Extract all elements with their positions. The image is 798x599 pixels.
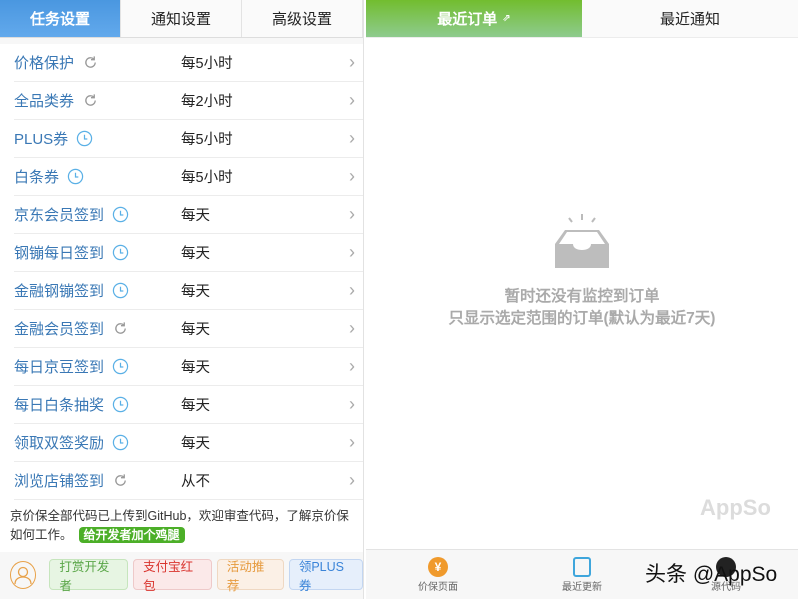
task-frequency: 每5小时 bbox=[181, 132, 233, 148]
task-row[interactable]: 金融钢镚签到 每天 › bbox=[14, 272, 363, 310]
tab-label: 最近订单 bbox=[437, 11, 498, 28]
chevron-right-icon: › bbox=[349, 356, 355, 376]
chevron-right-icon: › bbox=[349, 128, 355, 148]
bottom-nav: ¥ 价保页面 最近更新 源代码 bbox=[366, 549, 798, 599]
chevron-right-icon: › bbox=[349, 242, 355, 262]
task-frequency: 每天 bbox=[181, 284, 210, 300]
tab-notify-settings[interactable]: 通知设置 bbox=[121, 0, 242, 37]
clock-icon bbox=[67, 168, 84, 185]
task-name: 价格保护 bbox=[14, 55, 75, 72]
nav-changelog[interactable]: 最近更新 bbox=[510, 550, 654, 599]
tab-advanced-settings[interactable]: 高级设置 bbox=[242, 0, 363, 37]
plus-coupon-button[interactable]: 领PLUS券 bbox=[288, 559, 363, 593]
task-row[interactable]: 每日京豆签到 每天 › bbox=[14, 348, 363, 386]
empty-inbox-icon bbox=[555, 214, 609, 268]
orders-tabs: 最近订单 ⇗ 最近通知 bbox=[366, 0, 798, 38]
tip-developer-button[interactable]: 打赏开发者 bbox=[49, 559, 129, 593]
task-row[interactable]: 价格保护 每5小时 › bbox=[14, 44, 363, 82]
clock-icon bbox=[112, 282, 129, 299]
faint-watermark: AppSo bbox=[700, 495, 771, 520]
task-name: 金融会员签到 bbox=[14, 321, 105, 338]
task-name: 金融钢镚签到 bbox=[14, 283, 105, 300]
changelog-icon bbox=[573, 556, 591, 578]
right-panel: 最近订单 ⇗ 最近通知 AppSo 暂时还没有监控到订单 只显示选定范围的订单(默… bbox=[366, 0, 798, 599]
chevron-right-icon: › bbox=[349, 470, 355, 490]
task-row[interactable]: 金融会员签到 每天 › bbox=[14, 310, 363, 348]
task-row[interactable]: 钢镚每日签到 每天 › bbox=[14, 234, 363, 272]
settings-tabs: 任务设置 通知设置 高级设置 bbox=[0, 0, 363, 38]
task-frequency: 每天 bbox=[181, 398, 210, 414]
refresh-icon bbox=[82, 92, 99, 109]
chevron-right-icon: › bbox=[349, 204, 355, 224]
yen-icon: ¥ bbox=[428, 556, 448, 578]
task-row[interactable]: PLUS券 每5小时 › bbox=[14, 120, 363, 158]
task-name: 每日京豆签到 bbox=[14, 359, 105, 376]
clock-icon bbox=[112, 244, 129, 261]
donate-button[interactable]: 给开发者加个鸡腿 bbox=[78, 527, 185, 543]
task-list: 价格保护 每5小时 › 全品类券 每2小时 › PLUS券 每5小时 › 白条券 每5小时 › 京东会员… bbox=[0, 44, 363, 500]
chevron-right-icon: › bbox=[349, 166, 355, 186]
nav-label: 最近更新 bbox=[562, 582, 602, 593]
task-frequency: 从不 bbox=[181, 474, 210, 490]
empty-title: 暂时还没有监控到订单 bbox=[504, 288, 660, 305]
task-row[interactable]: 全品类券 每2小时 › bbox=[14, 82, 363, 120]
empty-subtitle: 只显示选定范围的订单(默认为最近7天) bbox=[448, 310, 716, 327]
empty-state: 暂时还没有监控到订单 只显示选定范围的订单(默认为最近7天) bbox=[366, 212, 798, 330]
task-name: 每日白条抽奖 bbox=[14, 397, 105, 414]
chevron-right-icon: › bbox=[349, 318, 355, 338]
alipay-redpacket-button[interactable]: 支付宝红包 bbox=[133, 559, 212, 593]
task-frequency: 每5小时 bbox=[181, 56, 233, 72]
refresh-icon bbox=[82, 54, 99, 71]
info-box: 京价保全部代码已上传到GitHub，欢迎审查代码，了解京价保如何工作。 给开发者加… bbox=[0, 500, 363, 552]
task-frequency: 每天 bbox=[181, 208, 210, 224]
task-name: 钢镚每日签到 bbox=[14, 245, 105, 262]
clock-icon bbox=[76, 130, 93, 147]
task-frequency: 每天 bbox=[181, 360, 210, 376]
chevron-right-icon: › bbox=[349, 432, 355, 452]
tab-task-settings[interactable]: 任务设置 bbox=[0, 0, 121, 37]
tab-recent-orders[interactable]: 最近订单 ⇗ bbox=[366, 0, 582, 37]
github-icon bbox=[716, 556, 736, 578]
task-frequency: 每天 bbox=[181, 246, 210, 262]
clock-icon bbox=[112, 358, 129, 375]
task-name: 浏览店铺签到 bbox=[14, 473, 105, 490]
task-name: 白条券 bbox=[14, 169, 60, 186]
nav-price-protect[interactable]: ¥ 价保页面 bbox=[366, 550, 510, 599]
task-row[interactable]: 京东会员签到 每天 › bbox=[14, 196, 363, 234]
bottom-bar: 打赏开发者 支付宝红包 活动推荐 领PLUS券 bbox=[0, 550, 363, 599]
clock-icon bbox=[112, 396, 129, 413]
chevron-right-icon: › bbox=[349, 90, 355, 110]
task-name: 全品类券 bbox=[14, 93, 75, 110]
task-name: 京东会员签到 bbox=[14, 207, 105, 224]
clock-icon bbox=[112, 206, 129, 223]
task-frequency: 每天 bbox=[181, 322, 210, 338]
task-row[interactable]: 白条券 每5小时 › bbox=[14, 158, 363, 196]
chevron-right-icon: › bbox=[349, 394, 355, 414]
task-frequency: 每天 bbox=[181, 436, 210, 452]
tab-recent-notifications[interactable]: 最近通知 bbox=[582, 0, 798, 37]
task-name: PLUS券 bbox=[14, 131, 69, 148]
promotions-button[interactable]: 活动推荐 bbox=[216, 559, 284, 593]
nav-label: 价保页面 bbox=[418, 582, 458, 593]
task-frequency: 每2小时 bbox=[181, 94, 233, 110]
external-link-icon: ⇗ bbox=[502, 13, 511, 24]
clock-icon bbox=[112, 434, 129, 451]
chevron-right-icon: › bbox=[349, 52, 355, 72]
task-name: 领取双签奖励 bbox=[14, 435, 105, 452]
refresh-icon bbox=[112, 472, 129, 489]
task-row[interactable]: 每日白条抽奖 每天 › bbox=[14, 386, 363, 424]
nav-source-code[interactable]: 源代码 bbox=[654, 550, 798, 599]
task-row[interactable]: 浏览店铺签到 从不 › bbox=[14, 462, 363, 500]
left-panel: 任务设置 通知设置 高级设置 价格保护 每5小时 › 全品类券 每2小时 › PLUS券 每5… bbox=[0, 0, 364, 599]
chevron-right-icon: › bbox=[349, 280, 355, 300]
avatar-icon[interactable] bbox=[10, 560, 37, 589]
nav-label: 源代码 bbox=[711, 582, 741, 593]
task-row[interactable]: 领取双签奖励 每天 › bbox=[14, 424, 363, 462]
task-frequency: 每5小时 bbox=[181, 170, 233, 186]
refresh-icon bbox=[112, 320, 129, 337]
